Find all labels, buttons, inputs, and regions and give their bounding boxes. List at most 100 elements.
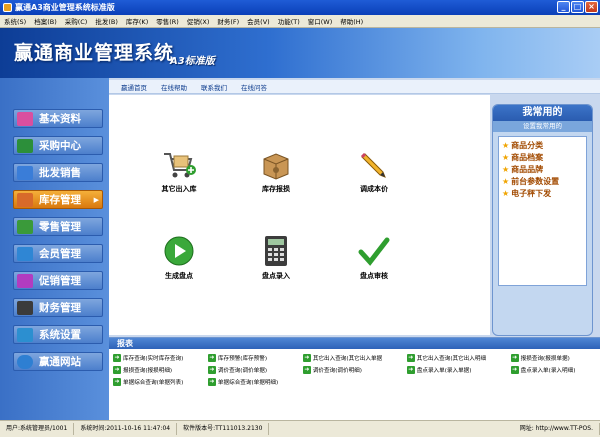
- function-stock-loss[interactable]: 库存报损: [236, 150, 316, 194]
- sidebar-item-retail[interactable]: 零售管理: [13, 217, 103, 236]
- link-online-help[interactable]: 在线帮助: [161, 82, 187, 92]
- report-item[interactable]: ➜ 盘点录入单(录入明细): [510, 364, 596, 375]
- menu-retail[interactable]: 零售(R): [152, 16, 183, 26]
- handshake-icon: [17, 165, 33, 180]
- menu-wholesale[interactable]: 批发(B): [91, 16, 122, 26]
- box-icon: [263, 153, 289, 180]
- banner-edition: A3标准版: [170, 56, 215, 67]
- sidebar-item-settings[interactable]: 系统设置: [13, 325, 103, 344]
- function-count-entry[interactable]: 盘点录入: [236, 235, 316, 281]
- report-item[interactable]: ➜ 调价查询(调价明细): [302, 364, 403, 375]
- sidebar-item-purchase[interactable]: 采购中心: [13, 136, 103, 155]
- sidebar-item-promotion[interactable]: 促销管理: [13, 271, 103, 290]
- status-bar: 用户:系统管理员/1001 系统时间:2011-10-16 11:47:04 软…: [0, 420, 600, 437]
- star-icon: ★: [502, 164, 510, 174]
- sidebar-item-finance[interactable]: 财务管理: [13, 298, 103, 317]
- favorite-item[interactable]: ★ 商品分类: [502, 139, 583, 151]
- menu-purchase[interactable]: 采购(C): [61, 16, 92, 26]
- settings-icon: [17, 327, 33, 342]
- sidebar-item-website[interactable]: 赢通网站: [13, 352, 103, 371]
- minimize-button[interactable]: _: [557, 1, 570, 13]
- report-title: 报表: [109, 338, 600, 349]
- status-user: 用户:系统管理员/1001: [0, 423, 75, 435]
- menu-finance[interactable]: 财务(F): [213, 16, 243, 26]
- menu-stock[interactable]: 库存(K): [122, 16, 152, 26]
- function-adjust-cost[interactable]: 调成本价: [334, 150, 414, 194]
- function-other-inout[interactable]: 其它出入库: [139, 150, 219, 194]
- finance-icon: [17, 300, 33, 315]
- link-home[interactable]: 赢通首页: [121, 82, 147, 92]
- banner: 赢通商业管理系统 A3标准版: [0, 28, 600, 78]
- favorite-item[interactable]: ★ 电子秤下发: [502, 187, 583, 199]
- cart-plus-icon: [164, 153, 196, 178]
- arrow-right-icon: ➜: [406, 353, 415, 362]
- favorites-list: ★ 商品分类 ★ 商品档案 ★ 商品品牌 ★ 前台参数设置 ★ 电子秤下发: [498, 136, 587, 286]
- report-item[interactable]: ➜ 盘点录入单(录入单据): [406, 364, 507, 375]
- function-label: 盘点审核: [360, 272, 388, 280]
- favorite-item[interactable]: ★ 商品品牌: [502, 163, 583, 175]
- menu-promotion[interactable]: 促销(X): [183, 16, 214, 26]
- report-item[interactable]: ➜ 报损查询(报损单据): [510, 352, 596, 363]
- link-contact[interactable]: 联系我们: [201, 82, 227, 92]
- arrow-right-icon: ➜: [113, 353, 121, 362]
- close-button[interactable]: ×: [585, 1, 598, 13]
- function-generate-count[interactable]: 生成盘点: [139, 235, 219, 281]
- arrow-right-icon: ➜: [510, 365, 519, 374]
- sidebar-item-wholesale[interactable]: 批发销售: [13, 163, 103, 182]
- truck-icon: [17, 138, 33, 153]
- function-label: 生成盘点: [165, 272, 193, 280]
- menu-help[interactable]: 帮助(H): [336, 16, 367, 26]
- favorites-panel: 我常用的 设置我常用的 ★ 商品分类 ★ 商品档案 ★ 商品品牌 ★ 前台参数设置 ★ 电…: [492, 104, 593, 336]
- status-time: 系统时间:2011-10-16 11:47:04: [74, 423, 178, 435]
- arrow-right-icon: ➜: [207, 377, 216, 386]
- report-item[interactable]: ➜ 单据综合查询(单据列表): [113, 376, 204, 387]
- report-item[interactable]: ➜ 其它出入查询(其它出入单据: [302, 352, 403, 363]
- sidebar-item-stock[interactable]: 库存管理 ▶: [13, 190, 103, 209]
- menu-window[interactable]: 窗口(W): [304, 16, 337, 26]
- report-item[interactable]: ➜ 库存预警(库存预警): [207, 352, 299, 363]
- favorite-item[interactable]: ★ 商品档案: [502, 151, 583, 163]
- status-website: 网址: http://www.TT-POS.: [514, 423, 600, 435]
- arrow-right-icon: ➜: [510, 353, 519, 362]
- arrow-right-icon: ➜: [207, 353, 216, 362]
- menu-system[interactable]: 系统(S): [0, 16, 30, 26]
- basic-data-icon: [17, 111, 33, 126]
- arrow-right-icon: ➜: [302, 353, 311, 362]
- function-label: 其它出入库: [161, 185, 197, 193]
- menu-function[interactable]: 功能(T): [274, 16, 304, 26]
- maximize-button[interactable]: □: [571, 1, 584, 13]
- favorites-settings-link[interactable]: 设置我常用的: [493, 121, 592, 132]
- members-icon: [17, 246, 33, 261]
- function-label: 调成本价: [360, 185, 388, 193]
- sidebar-item-member[interactable]: 会员管理: [13, 244, 103, 263]
- function-label: 盘点录入: [262, 272, 290, 280]
- arrow-right-icon: ➜: [113, 377, 121, 386]
- star-icon: ★: [502, 140, 510, 150]
- window-title: 赢通A3商业管理系统标准版: [15, 3, 115, 12]
- calculator-icon: [265, 236, 287, 266]
- favorites-title: 我常用的: [493, 105, 592, 121]
- function-count-audit[interactable]: 盘点审核: [334, 235, 414, 281]
- chevron-right-icon: ▶: [93, 195, 99, 204]
- sidebar-item-basic[interactable]: 基本资料: [13, 109, 103, 128]
- report-item[interactable]: ➜ 单据综合查询(单据明细): [207, 376, 299, 387]
- star-icon: ★: [502, 176, 510, 186]
- cart-icon: [17, 219, 33, 234]
- arrow-right-icon: ➜: [406, 365, 415, 374]
- report-item[interactable]: ➜ 库存查询(实时库存查询): [113, 352, 204, 363]
- report-item[interactable]: ➜ 调价查询(调价单据): [207, 364, 299, 375]
- menu-bar: 系统(S) 档案(B) 采购(C) 批发(B) 库存(K) 零售(R) 促销(X…: [0, 15, 600, 28]
- report-panel: 报表 ➜ 库存查询(实时库存查询) ➜ 库存预警(库存预警) ➜ 其它出入查询(其它出…: [109, 337, 600, 420]
- menu-member[interactable]: 会员(V): [243, 16, 274, 26]
- favorite-item[interactable]: ★ 前台参数设置: [502, 175, 583, 187]
- arrow-right-icon: ➜: [113, 365, 121, 374]
- main-panel: 其它出入库 库存报损 调成本价 生成盘点 盘点录入 盘点审核: [109, 95, 490, 335]
- banner-title: 赢通商业管理系统: [14, 42, 175, 64]
- sidebar: 基本资料 采购中心 批发销售 库存管理 ▶ 零售管理 会员管理 促销管理 财务管理…: [0, 78, 109, 420]
- status-version: 软件版本号:TT111013.2130: [177, 423, 270, 435]
- link-online-qa[interactable]: 在线问答: [241, 82, 267, 92]
- report-item[interactable]: ➜ 报损查询(报损明细): [113, 364, 204, 375]
- menu-archive[interactable]: 档案(B): [30, 16, 61, 26]
- play-icon: [164, 236, 194, 266]
- report-item[interactable]: ➜ 其它出入查询(其它出入明细: [406, 352, 507, 363]
